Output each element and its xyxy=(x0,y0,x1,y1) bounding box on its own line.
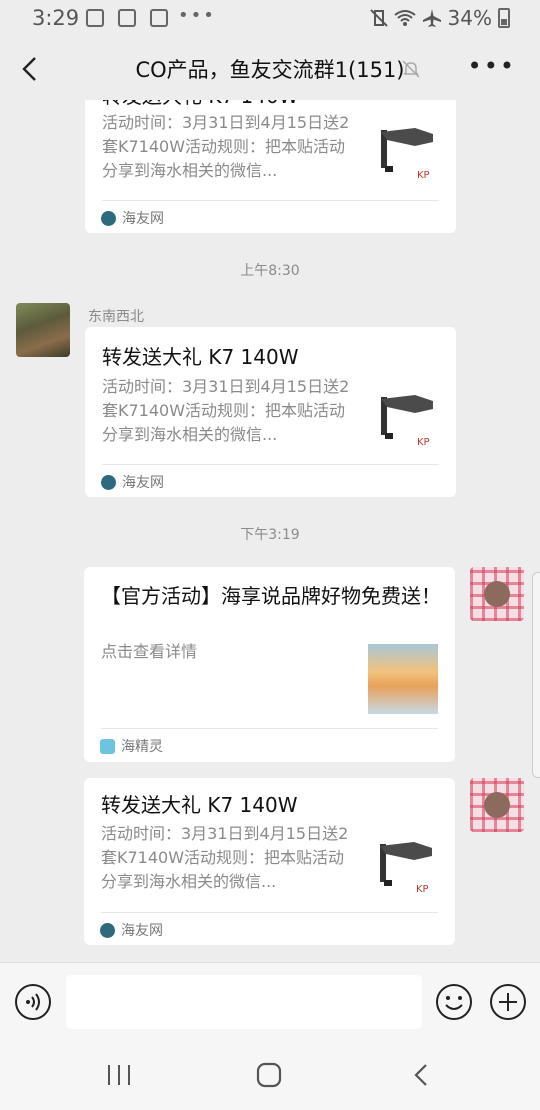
battery-level: 34% xyxy=(447,6,492,30)
status-time: 3:29 xyxy=(32,6,80,30)
shared-link-card[interactable]: 转发送大礼 K7 140W 活动时间：3月31日到4月15日送2套K7140W活… xyxy=(85,100,456,233)
card-source-label: 海友网 xyxy=(122,211,164,227)
chat-title: CO产品，鱼友交流群1(151) xyxy=(135,58,405,82)
card-source: 海精灵 xyxy=(100,736,163,756)
avatar-figure xyxy=(484,581,510,607)
card-source: 海友网 xyxy=(101,208,164,228)
card-divider xyxy=(102,464,439,465)
airplane-icon xyxy=(422,9,441,27)
more-notifications-icon: ••• xyxy=(178,5,216,26)
avatar[interactable] xyxy=(470,567,524,621)
card-divider xyxy=(101,912,438,913)
card-source: 海友网 xyxy=(100,920,163,940)
card-divider xyxy=(101,728,438,729)
battery-icon xyxy=(498,8,510,28)
message-input[interactable] xyxy=(66,975,422,1029)
sender-name: 东南西北 xyxy=(88,309,144,325)
card-description: 活动时间：3月31日到4月15日送2套K7140W活动规则：把本贴活动分享到海水… xyxy=(102,113,350,180)
avatar[interactable] xyxy=(470,778,524,832)
shared-link-card[interactable]: 转发送大礼 K7 140W 活动时间：3月31日到4月15日送2套K7140W活… xyxy=(85,327,456,497)
card-title: 转发送大礼 K7 140W xyxy=(102,345,299,369)
shared-link-card[interactable]: 【官方活动】海享说品牌好物免费送！ 点击查看详情 海精灵 xyxy=(84,567,455,762)
card-source-label: 海友网 xyxy=(121,923,163,939)
svg-text:KP: KP xyxy=(417,170,430,181)
avatar[interactable] xyxy=(16,303,70,357)
card-source-label: 海精灵 xyxy=(121,739,163,755)
wifi-icon xyxy=(393,10,416,26)
haiyou-source-icon xyxy=(100,922,115,938)
card-title: 转发送大礼 K7 140W xyxy=(102,100,299,110)
plus-icon[interactable] xyxy=(489,983,527,1021)
card-title: 【官方活动】海享说品牌好物免费送！ xyxy=(101,584,441,608)
timestamp: 下午3:19 xyxy=(240,527,300,543)
status-bar: 3:29 ••• 34% xyxy=(0,0,540,38)
avatar-figure xyxy=(484,792,510,818)
more-icon[interactable]: ••• xyxy=(468,54,516,78)
status-right: 34% xyxy=(369,6,510,30)
timestamp: 上午8:30 xyxy=(240,263,300,279)
status-notification-icons xyxy=(86,8,168,28)
card-source-label: 海友网 xyxy=(122,475,164,491)
nav-back-icon[interactable] xyxy=(410,1062,432,1088)
system-nav-bar xyxy=(0,1042,540,1110)
voice-icon[interactable] xyxy=(14,983,52,1021)
chat-messages[interactable]: 转发送大礼 K7 140W 活动时间：3月31日到4月15日送2套K7140W活… xyxy=(0,100,540,962)
card-divider xyxy=(102,200,439,201)
haiyou-source-icon xyxy=(101,474,116,490)
campaign-thumbnail xyxy=(368,644,438,714)
haijingling-source-icon xyxy=(100,738,115,754)
vibrate-mute-icon xyxy=(369,9,388,27)
product-thumbnail-icon: KP xyxy=(375,387,445,457)
product-thumbnail-icon: KP xyxy=(375,120,445,190)
product-thumbnail-icon: KP xyxy=(374,834,444,904)
svg-text:KP: KP xyxy=(416,884,429,895)
card-description: 活动时间：3月31日到4月15日送2套K7140W活动规则：把本贴活动分享到海水… xyxy=(101,824,349,891)
shared-link-card[interactable]: 转发送大礼 K7 140W 活动时间：3月31日到4月15日送2套K7140W活… xyxy=(84,778,455,945)
card-description: 点击查看详情 xyxy=(101,642,198,661)
home-icon[interactable] xyxy=(256,1062,282,1088)
card-source: 海友网 xyxy=(101,472,164,492)
chat-header: CO产品，鱼友交流群1(151) ••• xyxy=(0,38,540,100)
haiyou-source-icon xyxy=(101,210,116,226)
scrollbar[interactable] xyxy=(532,572,540,778)
input-bar xyxy=(0,962,540,1042)
d-notification-icon xyxy=(150,9,168,27)
mute-icon xyxy=(402,60,420,78)
card-description: 活动时间：3月31日到4月15日送2套K7140W活动规则：把本贴活动分享到海水… xyxy=(102,377,350,444)
recent-apps-icon[interactable] xyxy=(104,1062,134,1088)
emoji-icon[interactable] xyxy=(435,983,473,1021)
image-notification-icon xyxy=(86,9,104,27)
card-title: 转发送大礼 K7 140W xyxy=(101,793,298,817)
app-notification-icon xyxy=(118,9,136,27)
svg-text:KP: KP xyxy=(417,437,430,448)
